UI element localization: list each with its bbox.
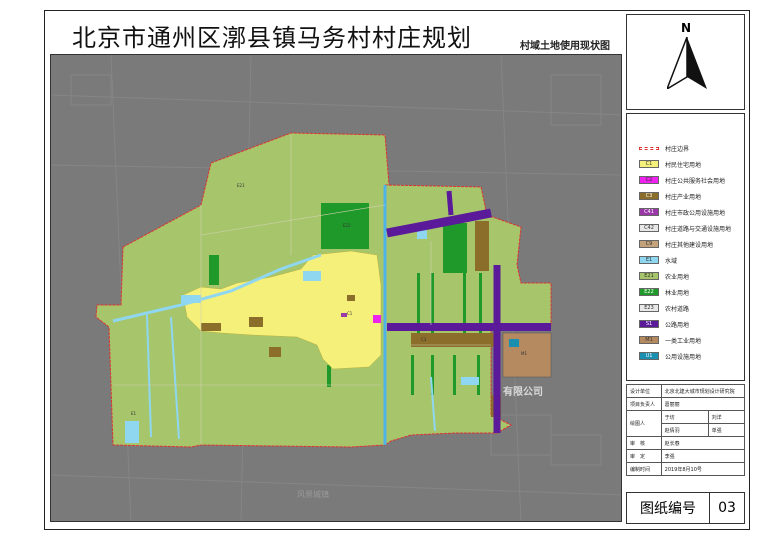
- drawing-number-label: 图纸编号: [627, 493, 710, 523]
- legend-item: E23 农村道路: [639, 302, 689, 314]
- public-c2: [373, 315, 381, 323]
- legend-item: M1 一类工业用地: [639, 334, 701, 346]
- north-label: N: [681, 21, 692, 35]
- table-row: 审 核赵长春: [626, 436, 746, 450]
- north-arrow-icon: [667, 37, 707, 89]
- parcel-label: C3: [421, 337, 427, 342]
- table-row: 审 定李强: [626, 449, 746, 463]
- parcel-label: E22: [343, 223, 351, 228]
- legend-item: C9 村庄其他建设用地: [639, 238, 713, 250]
- legend-item: 村庄边界: [639, 142, 689, 154]
- table-row: 项目负责人 葛丽丽: [626, 397, 746, 411]
- drawing-number: 图纸编号 03: [626, 492, 745, 524]
- map-area[interactable]: E21 E22 C1 C3 M1 E1 有限公司 风景城镇: [50, 54, 622, 522]
- legend-item: U1 公用设施用地: [639, 350, 701, 362]
- legend-item: C41 村庄市政公用设施用地: [639, 206, 725, 218]
- map-subtitle: 村域土地使用现状图: [520, 41, 610, 52]
- table-row: 绘图人 于坊 刘洋: [626, 410, 746, 437]
- legend-item: C3 村庄产业用地: [639, 190, 701, 202]
- forest-2: [443, 223, 467, 273]
- land-use-map: E21 E22 C1 C3 M1 E1 有限公司 风景城镇: [51, 55, 621, 521]
- title-block-table: 设计单位 北京北建大城市规划设计研究院 项目负责人 葛丽丽 绘图人 于坊 刘洋 赵倩羽单…: [626, 384, 746, 476]
- watermark: 风景城镇: [297, 489, 329, 499]
- parcel-label: E1: [131, 411, 137, 416]
- drawing-number-value: 03: [718, 500, 736, 516]
- table-row: 设计单位 北京北建大城市规划设计研究院: [626, 384, 746, 398]
- parcel-label: M1: [521, 351, 527, 356]
- forest-3: [209, 255, 219, 285]
- legend-item: E1 水域: [639, 254, 677, 266]
- legend-item: C1 村民住宅用地: [639, 158, 701, 170]
- legend-item: C42 村庄道路与交通设施用地: [639, 222, 731, 234]
- legend: 村庄边界 C1 村民住宅用地 C2 村庄公共服务社会用地 C3 村庄产业用地 C41 村…: [626, 113, 745, 381]
- watermark: 有限公司: [503, 385, 543, 398]
- table-row: 编制时间 2019年8月10号: [626, 462, 746, 476]
- legend-item: S1 公路用地: [639, 318, 689, 330]
- page-title: 北京市通州区漷县镇马务村村庄规划: [72, 24, 472, 52]
- parcel-label: C1: [347, 311, 353, 316]
- north-arrow-panel: N: [626, 14, 745, 110]
- parcel-label: E21: [237, 183, 245, 188]
- utility-u1: [509, 339, 519, 347]
- legend-item: E21 农业用地: [639, 270, 689, 282]
- legend-item: C2 村庄公共服务社会用地: [639, 174, 725, 186]
- water-1: [125, 421, 139, 443]
- legend-item: E22 林业用地: [639, 286, 689, 298]
